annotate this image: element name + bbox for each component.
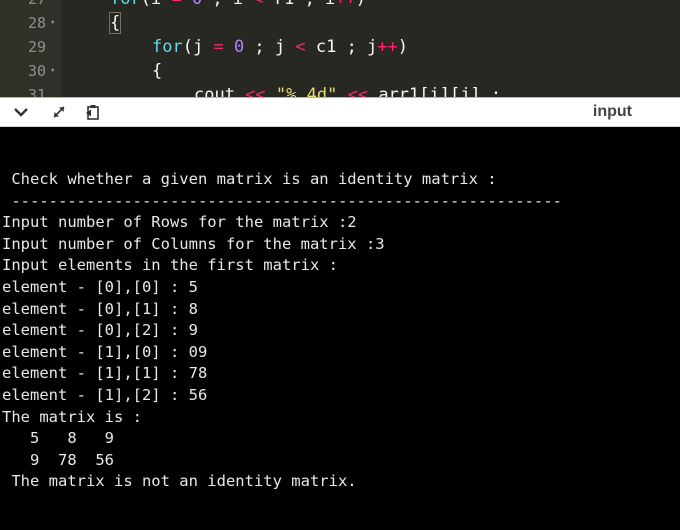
- code-token: 0: [192, 0, 202, 9]
- code-text: for(i = 0 ; i < r1 ; i++): [110, 0, 366, 11]
- line-number: 28: [27, 14, 46, 32]
- code-line: 27 for(i = 0 ; i < r1 ; i++): [0, 0, 680, 11]
- code-token: "% 4d": [275, 85, 338, 97]
- line-number: 31: [27, 86, 46, 97]
- code-token: ++: [377, 37, 398, 57]
- console-line: The matrix is :: [2, 407, 142, 426]
- line-number: 30: [27, 62, 46, 80]
- code-line: 29 for(j = 0 ; j < c1 ; j++): [0, 35, 680, 59]
- code-token: (j: [182, 37, 214, 57]
- code-text: {: [108, 11, 122, 35]
- code-token: c1 ; j: [305, 37, 378, 57]
- code-editor[interactable]: 27for(i = 0 ; i < r1 ; i++)28▾{29for(j =…: [0, 0, 680, 97]
- code-token: =: [171, 0, 181, 9]
- code-token: <: [253, 0, 263, 9]
- code-line: 28 ▾ {: [0, 11, 680, 35]
- code-token: <: [295, 37, 306, 57]
- console-line: Check whether a given matrix is an ident…: [11, 170, 497, 188]
- console-line: element - [1],[0] : 09: [2, 342, 208, 361]
- console-line: 9 78 56: [29, 450, 114, 469]
- console-line: element - [0],[2] : 9: [2, 321, 198, 340]
- code-token: for: [152, 37, 183, 57]
- console-line: 5 8 9: [29, 429, 114, 448]
- code-token: 0: [233, 37, 245, 57]
- code-line: 31 cout << "% 4d" << arr1[i][j] ;: [0, 83, 680, 97]
- fold-toggle-icon[interactable]: ▾: [50, 59, 55, 83]
- console-line: Input number of Rows for the matrix :2: [2, 213, 357, 232]
- console-line: The matrix is not an identity matrix.: [11, 472, 357, 491]
- code-token: ; j: [244, 37, 296, 57]
- code-token: cout: [194, 85, 246, 97]
- chevron-down-icon[interactable]: [10, 101, 32, 123]
- line-number: 27: [0, 0, 46, 11]
- console-line: element - [0],[0] : 5: [2, 277, 198, 296]
- code-text: cout << "% 4d" << arr1[i][j] ;: [194, 83, 501, 97]
- code-token: {: [108, 12, 122, 34]
- code-token: (i: [141, 0, 172, 9]
- console-line: element - [1],[1] : 78: [2, 364, 208, 383]
- code-token: ): [356, 0, 366, 9]
- console-line: Input number of Columns for the matrix :…: [2, 234, 385, 253]
- code-token: <<: [245, 85, 266, 97]
- code-token: arr1[i][j] ;: [368, 85, 502, 97]
- console-line: Input elements in the first matrix :: [2, 256, 338, 275]
- fold-toggle-icon[interactable]: ▾: [50, 11, 55, 35]
- code-token: r1 ; i: [264, 0, 335, 9]
- line-number: 29: [27, 38, 46, 56]
- console-line: element - [0],[1] : 8: [2, 299, 198, 318]
- code-token: <<: [347, 85, 369, 97]
- code-token: for: [110, 0, 141, 9]
- code-line: 30 ▾ {: [0, 59, 680, 83]
- input-label[interactable]: input: [593, 103, 632, 121]
- code-token: ): [397, 37, 409, 57]
- clipboard-icon[interactable]: [82, 101, 104, 123]
- expand-arrows-icon[interactable]: [48, 101, 70, 123]
- code-token: ++: [335, 0, 355, 9]
- code-token: {: [152, 61, 163, 81]
- code-token: =: [213, 37, 224, 57]
- console-toolbar: input: [0, 97, 680, 127]
- code-text: {: [152, 59, 162, 83]
- console-line: ----------------------------------------…: [11, 191, 562, 210]
- console-output: Check whether a given matrix is an ident…: [2, 169, 562, 493]
- code-token: ; i: [202, 0, 253, 9]
- console-line: element - [1],[2] : 56: [2, 385, 208, 404]
- code-text: for(j = 0 ; j < c1 ; j++): [152, 35, 408, 59]
- output-console: Check whether a given matrix is an ident…: [0, 127, 680, 530]
